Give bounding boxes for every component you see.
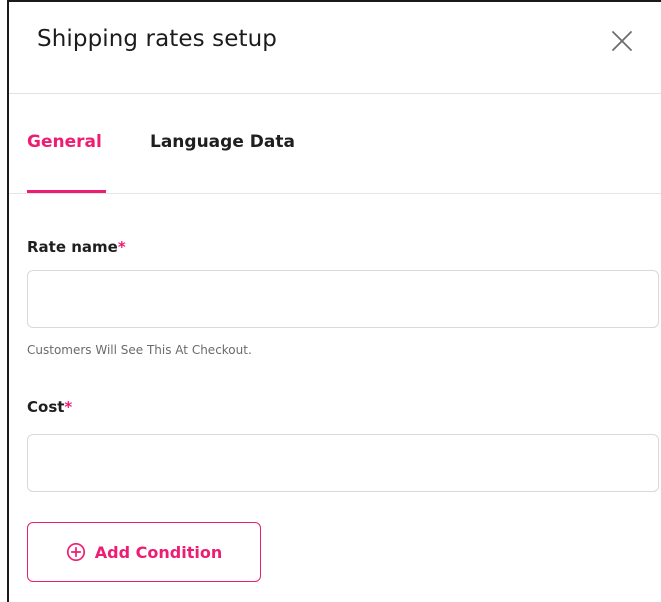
rate-name-label: Rate name* [27,238,126,256]
add-condition-label: Add Condition [94,542,223,562]
required-mark: * [64,398,73,416]
add-condition-button[interactable]: Add Condition [27,522,261,582]
dialog-title: Shipping rates setup [37,26,277,52]
shipping-rates-dialog: Shipping rates setup General Language Da… [7,0,661,602]
rate-name-label-text: Rate name [27,238,118,256]
tab-general[interactable]: General [27,132,102,152]
close-icon[interactable] [609,28,635,54]
plus-circle-icon [66,542,85,562]
dialog-header: Shipping rates setup [9,2,661,94]
cost-label-text: Cost [27,398,65,416]
required-mark: * [117,238,126,256]
tab-language-data[interactable]: Language Data [150,132,295,152]
rate-name-hint: Customers Will See This At Checkout. [27,343,252,357]
rate-name-input[interactable] [27,270,659,328]
cost-label: Cost* [27,398,72,416]
active-tab-indicator [27,190,106,193]
tab-bar: General Language Data [9,94,661,194]
cost-input[interactable] [27,434,659,492]
